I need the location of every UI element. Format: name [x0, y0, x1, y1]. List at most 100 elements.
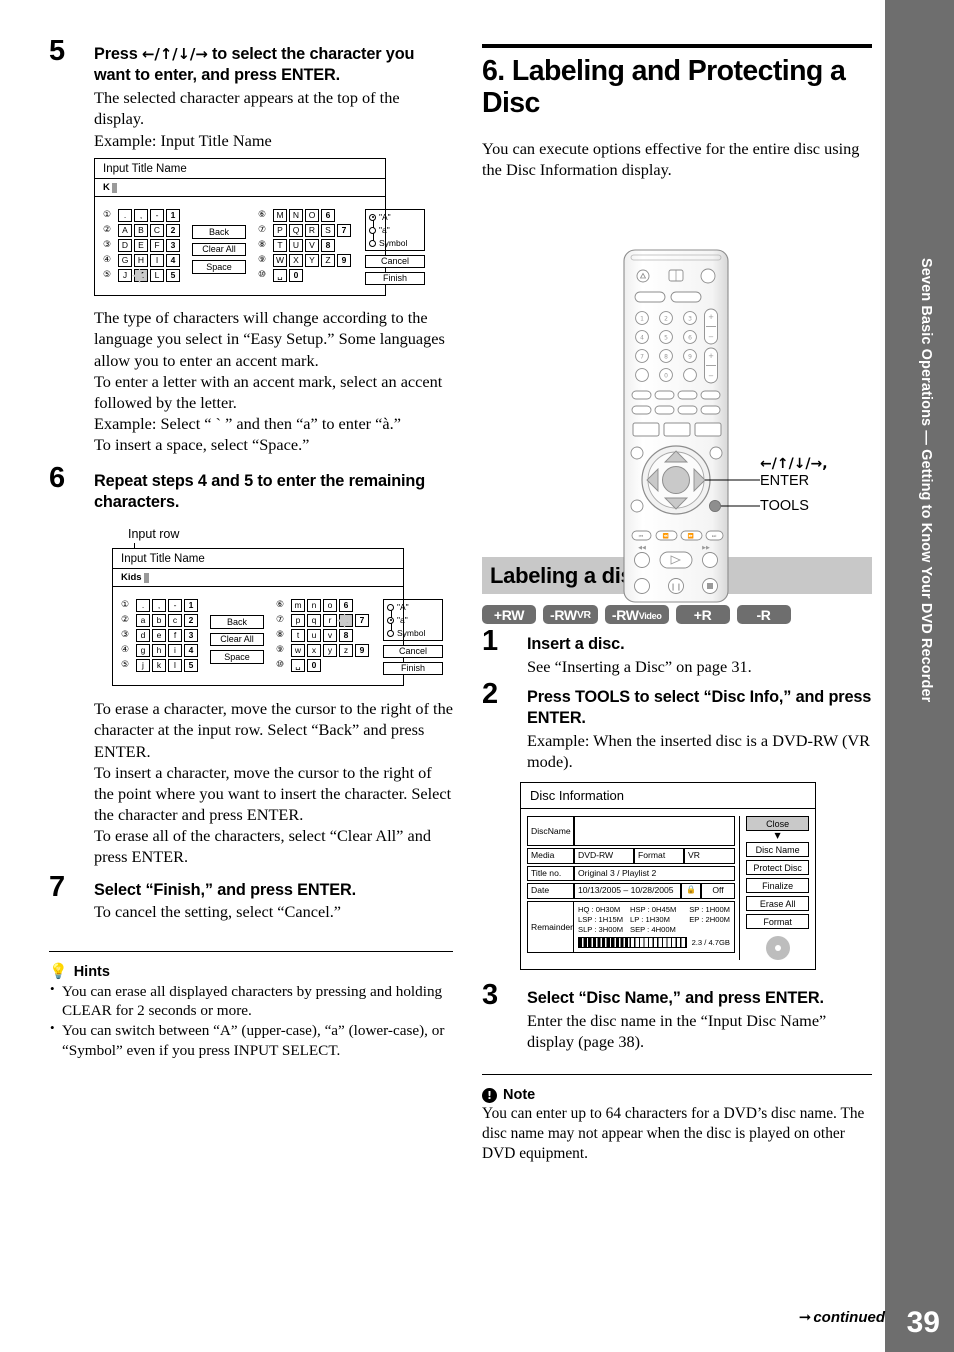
disc-name-button[interactable]: Disc Name: [746, 842, 809, 858]
key[interactable]: p: [291, 614, 305, 627]
clear-all-button[interactable]: Clear All: [192, 242, 246, 257]
cancel-button[interactable]: Cancel: [383, 644, 443, 659]
key[interactable]: L: [150, 269, 164, 282]
back-button[interactable]: Back: [210, 615, 264, 629]
key[interactable]: 4: [166, 254, 180, 267]
key[interactable]: O: [305, 209, 319, 222]
key[interactable]: ,: [152, 599, 166, 612]
key[interactable]: .: [136, 599, 150, 612]
key[interactable]: t: [291, 629, 305, 642]
key[interactable]: ,: [134, 209, 148, 222]
key[interactable]: m: [291, 599, 305, 612]
close-button[interactable]: Close: [746, 816, 809, 832]
mode-upper-option[interactable]: "A": [369, 212, 421, 222]
key[interactable]: z: [339, 644, 353, 657]
key[interactable]: I: [150, 254, 164, 267]
disc-name-value[interactable]: [574, 816, 735, 847]
mode-lower-option[interactable]: "a": [387, 615, 439, 625]
key[interactable]: 3: [166, 239, 180, 252]
key[interactable]: o: [323, 599, 337, 612]
key[interactable]: k: [152, 659, 166, 672]
key[interactable]: 8: [321, 239, 335, 252]
clear-all-button[interactable]: Clear All: [210, 632, 264, 647]
key[interactable]: J: [118, 269, 132, 282]
key[interactable]: S: [321, 224, 335, 237]
mode-symbol-option[interactable]: Symbol: [369, 238, 421, 248]
space-key[interactable]: ␣: [291, 659, 305, 672]
key[interactable]: H: [134, 254, 148, 267]
key[interactable]: 9: [355, 644, 369, 657]
space-button[interactable]: Space: [210, 650, 264, 664]
key[interactable]: w: [291, 644, 305, 657]
key[interactable]: 8: [339, 629, 353, 642]
key[interactable]: B: [134, 224, 148, 237]
key[interactable]: 1: [166, 209, 180, 222]
key[interactable]: 1: [184, 599, 198, 612]
key[interactable]: n: [307, 599, 321, 612]
key[interactable]: e: [152, 629, 166, 642]
key[interactable]: g: [136, 644, 150, 657]
key[interactable]: 2: [184, 614, 198, 627]
protect-disc-button[interactable]: Protect Disc: [746, 860, 809, 876]
key[interactable]: 4: [184, 644, 198, 657]
key[interactable]: -: [150, 209, 164, 222]
key[interactable]: M: [273, 209, 287, 222]
back-button[interactable]: Back: [192, 225, 246, 239]
key[interactable]: 7: [337, 224, 351, 237]
finish-button[interactable]: Finish: [365, 271, 425, 286]
key[interactable]: Q: [289, 224, 303, 237]
key[interactable]: i: [168, 644, 182, 657]
key[interactable]: c: [168, 614, 182, 627]
key[interactable]: C: [150, 224, 164, 237]
key[interactable]: 5: [166, 269, 180, 282]
key[interactable]: 6: [339, 599, 353, 612]
key[interactable]: R: [305, 224, 319, 237]
mode-upper-option[interactable]: "A": [387, 602, 439, 612]
key[interactable]: N: [289, 209, 303, 222]
key[interactable]: T: [273, 239, 287, 252]
key[interactable]: q: [307, 614, 321, 627]
key[interactable]: G: [118, 254, 132, 267]
key[interactable]: h: [152, 644, 166, 657]
mode-lower-option[interactable]: "a": [369, 225, 421, 235]
key[interactable]: Z: [321, 254, 335, 267]
key[interactable]: U: [289, 239, 303, 252]
key[interactable]: v: [323, 629, 337, 642]
key[interactable]: Y: [305, 254, 319, 267]
key[interactable]: -: [168, 599, 182, 612]
finalize-button[interactable]: Finalize: [746, 878, 809, 894]
key[interactable]: 0: [307, 659, 321, 672]
erase-all-button[interactable]: Erase All: [746, 896, 809, 912]
key[interactable]: V: [305, 239, 319, 252]
key[interactable]: 5: [184, 659, 198, 672]
key[interactable]: F: [150, 239, 164, 252]
key[interactable]: l: [168, 659, 182, 672]
key[interactable]: 6: [321, 209, 335, 222]
key[interactable]: b: [152, 614, 166, 627]
key[interactable]: a: [136, 614, 150, 627]
key[interactable]: r: [323, 614, 337, 627]
key[interactable]: D: [118, 239, 132, 252]
key[interactable]: x: [307, 644, 321, 657]
key[interactable]: y: [323, 644, 337, 657]
key[interactable]: 3: [184, 629, 198, 642]
key[interactable]: X: [289, 254, 303, 267]
cancel-button[interactable]: Cancel: [365, 254, 425, 269]
key[interactable]: 2: [166, 224, 180, 237]
key[interactable]: j: [136, 659, 150, 672]
key[interactable]: d: [136, 629, 150, 642]
key[interactable]: 0: [289, 269, 303, 282]
key[interactable]: .: [118, 209, 132, 222]
key[interactable]: 7: [355, 614, 369, 627]
space-key[interactable]: ␣: [273, 269, 287, 282]
key[interactable]: A: [118, 224, 132, 237]
key[interactable]: 9: [337, 254, 351, 267]
space-button[interactable]: Space: [192, 260, 246, 274]
key[interactable]: f: [168, 629, 182, 642]
mode-symbol-option[interactable]: Symbol: [387, 628, 439, 638]
key[interactable]: W: [273, 254, 287, 267]
key[interactable]: E: [134, 239, 148, 252]
key[interactable]: u: [307, 629, 321, 642]
key[interactable]: P: [273, 224, 287, 237]
format-button[interactable]: Format: [746, 914, 809, 930]
